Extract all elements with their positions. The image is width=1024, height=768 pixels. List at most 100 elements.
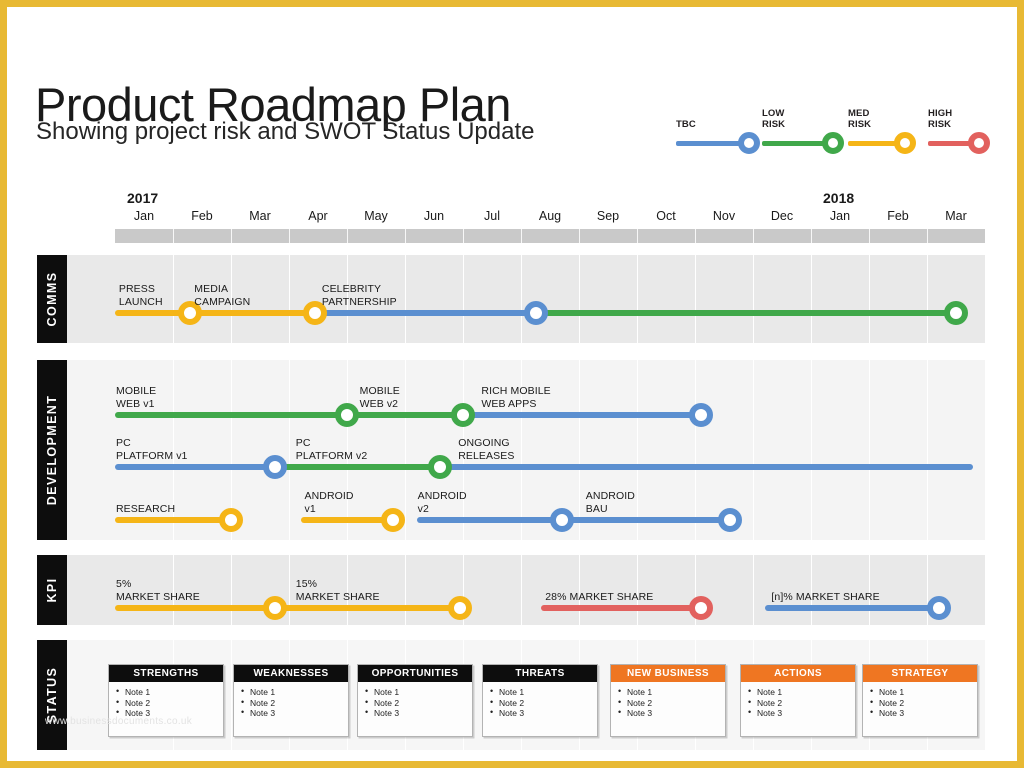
milestone-marker[interactable] — [262, 596, 287, 620]
milestone-marker[interactable] — [549, 508, 574, 532]
timeline-divider — [231, 229, 232, 243]
swot-note: Note 1 — [748, 686, 851, 698]
swot-box-actions[interactable]: ACTIONSNote 1Note 2Note 3 — [740, 664, 856, 737]
timeline-divider — [521, 229, 522, 243]
timeline-month-label: Aug — [538, 209, 562, 223]
lane-label-status: STATUS — [37, 640, 67, 750]
timeline-divider — [811, 229, 812, 243]
track-label: 28% MARKET SHARE — [545, 591, 654, 603]
timeline-divider — [289, 229, 290, 243]
legend-marker-icon — [738, 132, 760, 154]
swot-box-notes: Note 1Note 2Note 3 — [234, 682, 348, 736]
timeline-year-label: 2017 — [127, 190, 159, 206]
swot-box-weaknesses[interactable]: WEAKNESSESNote 1Note 2Note 3 — [233, 664, 349, 737]
swot-box-new-business[interactable]: NEW BUSINESSNote 1Note 2Note 3 — [610, 664, 726, 737]
swot-box-title: STRENGTHS — [109, 665, 223, 682]
lane-label-text: STATUS — [45, 666, 59, 724]
swot-box-strategy[interactable]: STRATEGYNote 1Note 2Note 3 — [862, 664, 978, 737]
track-label: PC PLATFORM v1 — [116, 437, 188, 462]
track-label: 15% MARKET SHARE — [295, 578, 380, 603]
timeline-month-label: Jan — [133, 209, 155, 223]
timeline-month-label: Jan — [829, 209, 851, 223]
swot-box-notes: Note 1Note 2Note 3 — [741, 682, 855, 736]
lane-comms: COMMS PRESS LAUNCH MEDIA CAMPAIGN CELEBRITY… — [37, 255, 985, 343]
legend-marker-icon — [822, 132, 844, 154]
track-bar — [315, 310, 536, 316]
swot-box-opportunities[interactable]: OPPORTUNITIESNote 1Note 2Note 3 — [357, 664, 473, 737]
milestone-marker[interactable] — [523, 301, 548, 325]
milestone-marker[interactable] — [688, 596, 713, 620]
timeline-month-label: Mar — [945, 209, 967, 223]
track-bar — [115, 412, 347, 418]
track-bar — [274, 464, 440, 470]
timeline-divider — [405, 229, 406, 243]
swot-note: Note 1 — [241, 686, 344, 698]
timeline-year-label: 2018 — [823, 190, 855, 206]
track-bar — [561, 517, 730, 523]
risk-legend: TBC LOW RISK MED RISK HIGH RISK — [676, 108, 990, 156]
lane-body: PRESS LAUNCH MEDIA CAMPAIGN CELEBRITY PART… — [67, 255, 985, 343]
swot-note: Note 2 — [365, 697, 468, 709]
swot-note: Note 3 — [241, 707, 344, 719]
legend-line — [676, 141, 746, 146]
milestone-marker[interactable] — [335, 403, 359, 427]
swot-box-notes: Note 1Note 2Note 3 — [358, 682, 472, 736]
timeline-bar — [115, 229, 985, 243]
legend-item-tbc: TBC — [676, 119, 760, 154]
swot-note: Note 2 — [241, 697, 344, 709]
milestone-marker[interactable] — [448, 596, 473, 620]
swot-box-notes: Note 1Note 2Note 3 — [863, 682, 977, 736]
track-bar — [416, 517, 562, 523]
watermark: www.businessdocuments.co.uk — [45, 716, 193, 727]
timeline-month-label: Feb — [887, 209, 909, 223]
legend-label: LOW RISK — [762, 108, 786, 130]
timeline-divider — [637, 229, 638, 243]
milestone-marker[interactable] — [262, 455, 287, 479]
milestone-marker[interactable] — [717, 508, 742, 532]
timeline-month-label: May — [364, 209, 388, 223]
lane-label-kpi: KPI — [37, 555, 67, 625]
track-label: RICH MOBILE WEB APPS — [481, 385, 551, 410]
milestone-marker[interactable] — [926, 596, 951, 620]
timeline-month-label: Apr — [308, 209, 328, 223]
lane-label-comms: COMMS — [37, 255, 67, 343]
legend-item-med-risk: MED RISK — [848, 108, 916, 154]
track-label: ANDROID BAU — [585, 490, 635, 515]
milestone-marker[interactable] — [688, 403, 713, 427]
timeline-divider — [753, 229, 754, 243]
track-bar — [274, 605, 461, 611]
track-label: [n]% MARKET SHARE — [771, 591, 880, 603]
lane-body: 5% MARKET SHARE 15% MARKET SHARE 28% MARKE… — [67, 555, 985, 625]
milestone-marker[interactable] — [427, 455, 452, 479]
track-bar — [115, 517, 231, 523]
track-bar — [115, 605, 275, 611]
roadmap-canvas: Product Roadmap Plan Showing project ris… — [0, 0, 1024, 768]
timeline-divider — [695, 229, 696, 243]
swot-note: Note 2 — [490, 697, 593, 709]
swot-note: Note 3 — [870, 707, 973, 719]
swot-box-notes: Note 1Note 2Note 3 — [109, 682, 223, 736]
swot-note: Note 1 — [490, 686, 593, 698]
swot-note: Note 3 — [365, 707, 468, 719]
track-label: RESEARCH — [116, 503, 176, 515]
lane-label-development: DEVELOPMENT — [37, 360, 67, 540]
timeline-month-label: Mar — [249, 209, 271, 223]
legend-item-high-risk: HIGH RISK — [928, 108, 990, 154]
legend-marker-icon — [894, 132, 916, 154]
track-label: PRESS LAUNCH — [118, 283, 163, 308]
swot-box-title: THREATS — [483, 665, 597, 682]
lane-gridlines — [115, 555, 985, 625]
swot-box-title: OPPORTUNITIES — [358, 665, 472, 682]
track-bar — [535, 310, 956, 316]
track-label: MOBILE WEB v1 — [116, 385, 157, 410]
page-subtitle: Showing project risk and SWOT Status Upd… — [36, 118, 535, 145]
timeline-month-label: Nov — [712, 209, 736, 223]
lane-kpi: KPI 5% MARKET SHARE 15% MARKET SHARE 28% MA… — [37, 555, 985, 625]
swot-box-threats[interactable]: THREATSNote 1Note 2Note 3 — [482, 664, 598, 737]
track-bar — [764, 605, 939, 611]
milestone-marker[interactable] — [219, 508, 243, 532]
lane-label-text: COMMS — [45, 271, 59, 327]
swot-note: Note 1 — [365, 686, 468, 698]
milestone-marker[interactable] — [451, 403, 475, 427]
milestone-marker[interactable] — [944, 301, 968, 325]
